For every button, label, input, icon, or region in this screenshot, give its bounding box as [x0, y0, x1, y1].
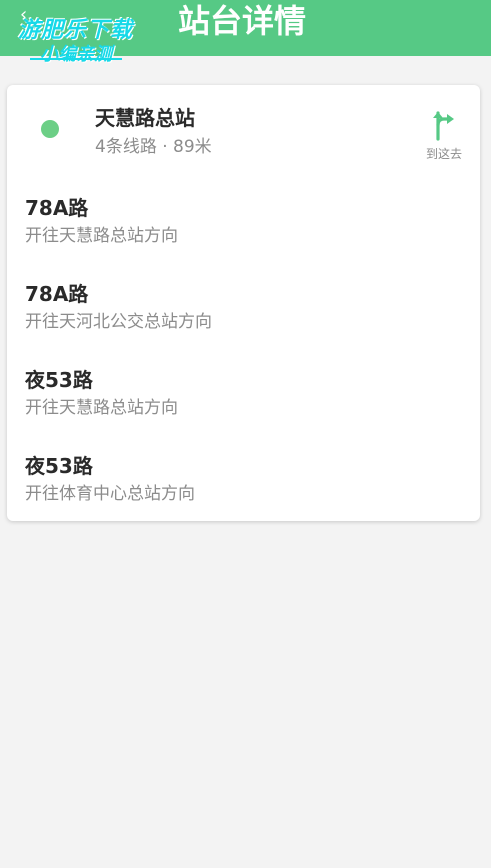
route-direction: 开往体育中心总站方向: [25, 484, 195, 504]
route-name: 夜53路: [25, 454, 93, 478]
station-name: 天慧路总站: [95, 106, 195, 130]
turn-right-arrow-icon: [433, 111, 454, 141]
station-dot-icon: [41, 120, 59, 138]
route-direction: 开往天河北公交总站方向: [25, 312, 212, 332]
watermark-subtext: 小编亲测: [40, 44, 112, 65]
route-name: 78A路: [25, 282, 89, 306]
go-here-label: 到这去: [425, 147, 462, 161]
watermark-logo: 游肥乐下载 小编亲测: [14, 10, 144, 66]
station-card: 天慧路总站 4条线路 · 89米 到这去 78A路 开往天慧路总站方向 78A路…: [7, 85, 480, 521]
app-header: ‹ 游肥乐下载 小编亲测 站台详情: [0, 0, 491, 65]
route-name: 78A路: [25, 196, 89, 220]
station-meta: 4条线路 · 89米: [95, 137, 212, 157]
route-direction: 开往天慧路总站方向: [25, 226, 178, 246]
route-direction: 开往天慧路总站方向: [25, 398, 178, 418]
go-here-button[interactable]: 到这去: [419, 111, 469, 163]
route-item[interactable]: 78A路 开往天慧路总站方向: [7, 181, 480, 265]
watermark-underline: [30, 58, 122, 60]
route-item[interactable]: 78A路 开往天河北公交总站方向: [7, 267, 480, 351]
route-item[interactable]: 夜53路 开往天慧路总站方向: [7, 353, 480, 437]
page-title: 站台详情: [178, 2, 307, 40]
route-item[interactable]: 夜53路 开往体育中心总站方向: [7, 439, 480, 523]
route-name: 夜53路: [25, 368, 93, 392]
